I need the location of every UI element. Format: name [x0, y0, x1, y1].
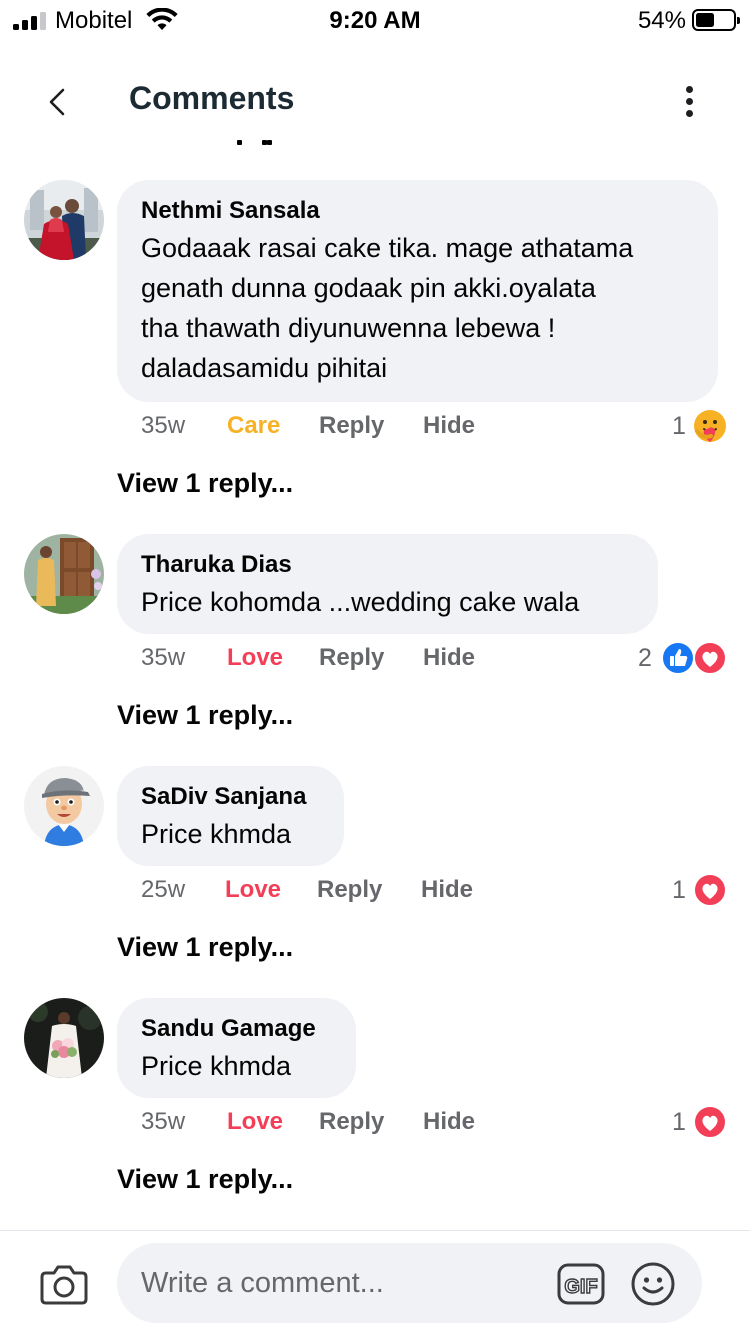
battery-percentage: 54%: [637, 7, 686, 34]
hide-button[interactable]: Hide: [421, 876, 473, 904]
comment-composer: GIF: [0, 1230, 750, 1334]
reaction-count[interactable]: 1: [672, 412, 686, 441]
view-replies-link[interactable]: View 1 reply...: [117, 1164, 293, 1195]
battery-level: [696, 13, 714, 27]
comment-text: Price khmda: [141, 819, 292, 849]
comment-author[interactable]: Nethmi Sansala: [141, 196, 692, 226]
comment-bubble[interactable]: Nethmi Sansala Godaaak rasai cake tika. …: [117, 180, 718, 402]
react-button[interactable]: Love: [227, 1108, 283, 1136]
more-vertical-icon[interactable]: [678, 84, 702, 120]
react-button[interactable]: Love: [225, 876, 281, 904]
reply-button[interactable]: Reply: [319, 412, 384, 440]
reaction-count[interactable]: 1: [672, 876, 686, 905]
comment-actions: 35w Care Reply Hide: [141, 412, 601, 446]
view-replies-link[interactable]: View 1 reply...: [117, 932, 293, 963]
reaction-count[interactable]: 2: [638, 644, 652, 673]
avatar[interactable]: [24, 534, 104, 614]
view-replies-link[interactable]: View 1 reply...: [117, 700, 293, 731]
reply-button[interactable]: Reply: [319, 644, 384, 672]
love-icon[interactable]: [693, 641, 727, 675]
comment-author[interactable]: Tharuka Dias: [141, 550, 632, 580]
avatar[interactable]: [24, 180, 104, 260]
comment-bubble[interactable]: SaDiv Sanjana Price khmda: [117, 766, 344, 866]
page-title: Comments: [129, 80, 295, 116]
comment-time[interactable]: 25w: [141, 876, 185, 904]
avatar[interactable]: [24, 998, 104, 1078]
reply-button[interactable]: Reply: [319, 1108, 384, 1136]
hide-button[interactable]: Hide: [423, 644, 475, 672]
reaction-count[interactable]: 1: [672, 1108, 686, 1137]
chevron-left-icon[interactable]: [38, 82, 78, 122]
love-icon[interactable]: [693, 1105, 727, 1139]
hide-button[interactable]: Hide: [423, 1108, 475, 1136]
view-replies-link[interactable]: View 1 reply...: [117, 468, 293, 499]
header: Comments: [0, 60, 750, 140]
comment-time[interactable]: 35w: [141, 1108, 185, 1136]
comment-bubble[interactable]: Tharuka Dias Price kohomda ...wedding ca…: [117, 534, 658, 634]
camera-icon[interactable]: [40, 1261, 88, 1305]
status-bar: Mobitel 9:20 AM 54%: [0, 0, 750, 40]
comment-input[interactable]: [117, 1243, 702, 1323]
like-icon[interactable]: [661, 641, 695, 675]
comment-author[interactable]: Sandu Gamage: [141, 1014, 330, 1044]
battery-icon: [692, 9, 740, 31]
avatar[interactable]: [24, 766, 104, 846]
gif-icon[interactable]: GIF: [557, 1263, 605, 1305]
smiley-icon[interactable]: [630, 1261, 676, 1307]
react-button[interactable]: Love: [227, 644, 283, 672]
react-button[interactable]: Care: [227, 412, 280, 440]
reply-button[interactable]: Reply: [317, 876, 382, 904]
comment-actions: 35w Love Reply Hide: [141, 644, 601, 678]
comment-actions: 25w Love Reply Hide: [141, 876, 601, 910]
comment-text: Godaaak rasai cake tika. mage athatama g…: [141, 233, 634, 383]
comment-author[interactable]: SaDiv Sanjana: [141, 782, 318, 812]
comment-time[interactable]: 35w: [141, 412, 185, 440]
comment-text: Price kohomda ...wedding cake wala: [141, 587, 580, 617]
care-icon[interactable]: [693, 409, 727, 443]
clipped-text-fragment: [237, 140, 277, 146]
comment-bubble[interactable]: Sandu Gamage Price khmda: [117, 998, 356, 1098]
comment-time[interactable]: 35w: [141, 644, 185, 672]
gif-label: GIF: [564, 1276, 597, 1298]
love-icon[interactable]: [693, 873, 727, 907]
comment-text: Price khmda: [141, 1051, 292, 1081]
comment-actions: 35w Love Reply Hide: [141, 1108, 601, 1142]
hide-button[interactable]: Hide: [423, 412, 475, 440]
